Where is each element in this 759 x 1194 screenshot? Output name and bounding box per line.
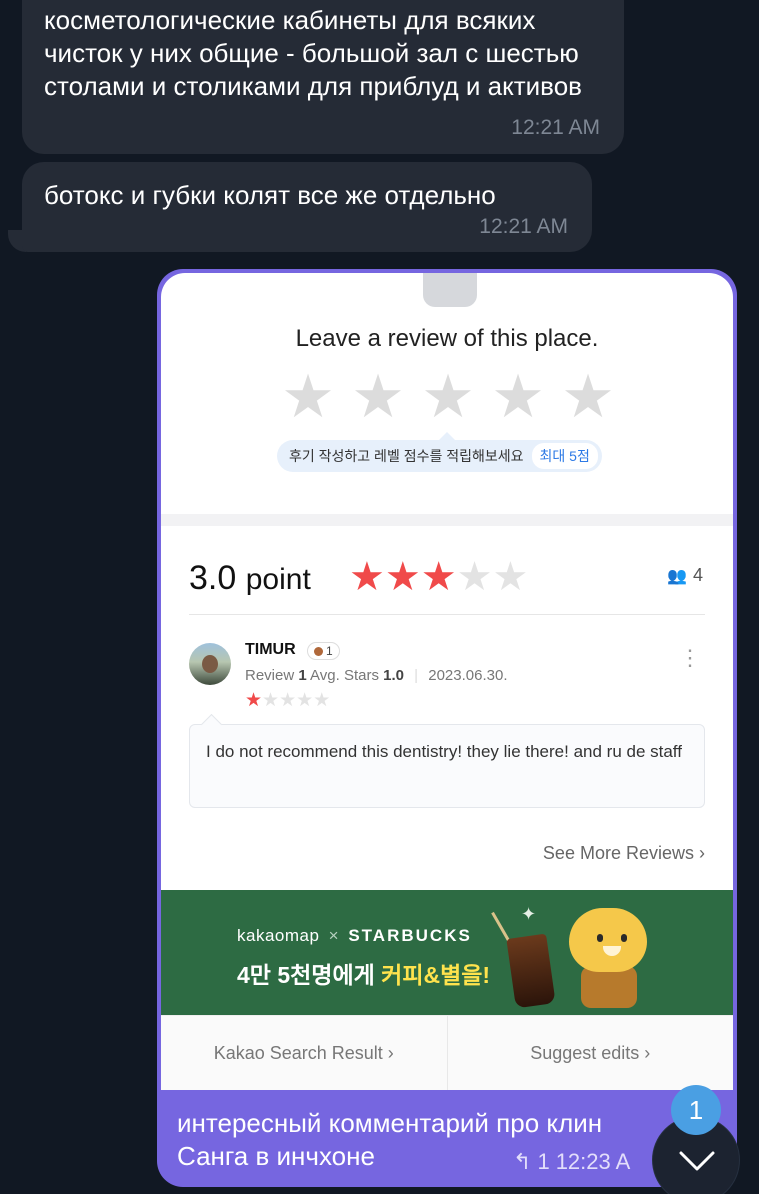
kakao-search-link: Kakao Search Result › [161, 1016, 447, 1090]
message-text: косметологические кабинеты для всяких чи… [44, 5, 582, 101]
see-more-reviews-link: See More Reviews › [543, 843, 705, 864]
star-icon: ★ [561, 363, 615, 430]
rating-stars: ★ ★ ★ ★ ★ [349, 557, 528, 597]
rating-unit: point [245, 563, 311, 596]
promo-badge: 최대 5점 [531, 443, 598, 469]
star-icon: ★ [351, 363, 405, 430]
banner-brand: kakaomap × STARBUCKS [237, 926, 472, 946]
link-label: Suggest edits [530, 1042, 640, 1063]
outgoing-message[interactable]: Leave a review of this place. ★ ★ ★ ★ ★ … [157, 269, 737, 1187]
level-badge: 1 [307, 642, 340, 660]
message-time: 12:21 AM [511, 116, 600, 139]
unread-count-badge: 1 [671, 1085, 721, 1135]
sparkle-icon: ✦ [521, 904, 537, 924]
mascot-eye [621, 934, 627, 942]
star-empty-icon: ★ [262, 690, 280, 711]
star-empty-icon: ★ [456, 555, 493, 599]
message-caption: интересный комментарий про клин Санга в … [177, 1107, 717, 1173]
kakaomap-logo: kakaomap [237, 926, 320, 945]
star-empty-icon: ★ [296, 690, 314, 711]
incoming-message[interactable]: ботокс и губки колят все же отдельно 12:… [22, 162, 592, 252]
mascot-mouth [603, 946, 621, 956]
user-silhouette-icon [423, 273, 477, 307]
rate-stars: ★ ★ ★ ★ ★ [279, 367, 617, 427]
see-more-label: See More Reviews [542, 843, 694, 863]
star-icon: ★ [491, 363, 545, 430]
review-prompt: Leave a review of this place. [295, 325, 599, 352]
reply-count: 1 [537, 1149, 550, 1174]
star-filled-icon: ★ [420, 555, 457, 599]
avg-value: 1.0 [383, 667, 404, 684]
chevron-right-icon: › [699, 843, 705, 863]
star-empty-icon: ★ [313, 690, 331, 711]
attached-screenshot[interactable]: Leave a review of this place. ★ ★ ★ ★ ★ … [161, 273, 733, 1090]
coffee-illustration [506, 933, 556, 1009]
rating-number: 3.0 [189, 559, 237, 597]
review-date: 2023.06.30. [428, 667, 508, 684]
message-text: ботокс и губки колят все же отдельно [44, 180, 496, 210]
reply-arrow-icon: ↰ [513, 1149, 532, 1174]
caption-line: Санга в инчхоне [177, 1141, 375, 1171]
divider [189, 614, 705, 615]
star-empty-icon: ★ [492, 555, 529, 599]
mascot-eye [597, 934, 603, 942]
star-empty-icon: ★ [279, 690, 297, 711]
reviewer-count: 👥 4 [667, 565, 703, 586]
message-time: 12:21 AM [479, 215, 568, 238]
level-value: 1 [326, 644, 333, 658]
star-filled-icon: ★ [384, 555, 421, 599]
star-icon: ★ [281, 363, 335, 430]
banner-headline: 4만 5천명에게 커피&별을! [237, 956, 490, 990]
section-divider [161, 514, 733, 526]
incoming-message[interactable]: косметологические кабинеты для всяких чи… [22, 0, 624, 154]
promo-pill: 후기 작성하고 레벨 점수를 적립해보세요 최대 5점 [277, 432, 602, 472]
rating-summary: 3.0 point [189, 559, 311, 598]
review-stars: ★★★★★ [245, 691, 330, 711]
suggest-edits-link: Suggest edits › [446, 1016, 733, 1090]
meta-separator: | [414, 667, 419, 684]
promo-banner: kakaomap × STARBUCKS 4만 5천명에게 커피&별을! ✦ [161, 890, 733, 1015]
promo-text: 후기 작성하고 레벨 점수를 적립해보세요 [289, 448, 524, 464]
collab-x: × [328, 926, 340, 945]
reviewer-count-value: 4 [692, 565, 703, 585]
people-icon: 👥 [667, 567, 687, 585]
mascot-head [569, 908, 647, 972]
chevron-right-icon: › [644, 1042, 651, 1063]
reviewer-name: TIMUR [245, 641, 296, 658]
review-label: Review [245, 667, 295, 684]
message-meta: ↰ 1 12:23 A [513, 1149, 630, 1175]
headline-main: 4만 5천명에게 [237, 962, 382, 988]
review-text: I do not recommend this dentistry! they … [189, 724, 705, 808]
chevron-down-icon [679, 1151, 715, 1171]
bottom-links: Kakao Search Result › Suggest edits › [161, 1015, 733, 1090]
link-label: Kakao Search Result [213, 1042, 383, 1063]
starbucks-logo: STARBUCKS [348, 926, 472, 945]
star-filled-icon: ★ [245, 690, 263, 711]
avatar [189, 643, 231, 685]
reviewer-meta: Review 1 Avg. Stars 1.0 | 2023.06.30. [245, 667, 508, 684]
headline-highlight: 커피&별을! [381, 962, 491, 988]
level-icon [314, 646, 323, 656]
review-count: 1 [298, 667, 307, 684]
mascot-body [581, 966, 637, 1008]
chevron-right-icon: › [387, 1042, 394, 1063]
avg-label: Avg. Stars [310, 667, 379, 684]
mascot-illustration [565, 908, 651, 1008]
message-time: 12:23 A [555, 1149, 631, 1174]
star-filled-icon: ★ [349, 555, 385, 599]
star-icon: ★ [421, 363, 475, 430]
caption-line: интересный комментарий про клин [177, 1108, 603, 1138]
kebab-menu-icon: ⋮ [679, 645, 701, 670]
